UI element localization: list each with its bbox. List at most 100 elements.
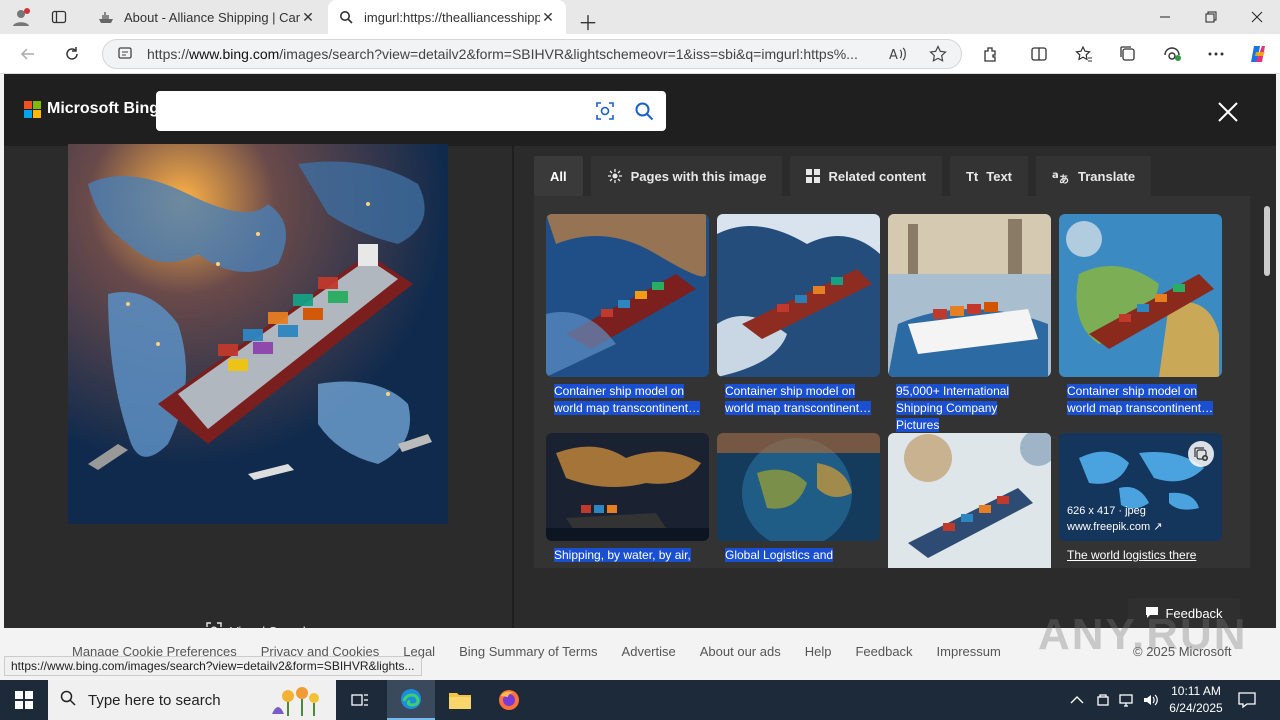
volume-icon[interactable] <box>1142 680 1158 720</box>
more-options-icon[interactable] <box>1204 43 1228 65</box>
task-view-icon[interactable] <box>336 680 384 720</box>
tab-label: Pages with this image <box>630 168 767 184</box>
svg-text:A: A <box>889 48 898 62</box>
favorites-icon[interactable] <box>1072 43 1096 65</box>
tab-actions-icon[interactable] <box>48 6 70 28</box>
svg-text:あ: あ <box>1059 173 1069 184</box>
result-thumbnail[interactable] <box>717 214 880 377</box>
result-thumbnail[interactable] <box>888 433 1051 568</box>
system-clock[interactable]: 10:11 AM 6/24/2025 <box>1160 683 1232 717</box>
result-caption[interactable]: The world logistics there <box>1059 547 1222 564</box>
profile-icon[interactable] <box>10 6 32 28</box>
restore-icon[interactable] <box>1188 0 1234 34</box>
security-tray-icon[interactable] <box>1096 680 1110 720</box>
show-hidden-icons[interactable] <box>1070 680 1084 720</box>
footer-link[interactable]: Advertise <box>622 644 676 659</box>
result-card[interactable]: Shipping, by water, by air, <box>546 433 709 564</box>
result-card[interactable]: Container ship model on world map transc… <box>717 214 880 417</box>
close-overlay-icon[interactable] <box>1212 96 1244 128</box>
taskbar-search[interactable]: Type here to search <box>48 680 336 720</box>
extensions-icon[interactable] <box>979 43 1003 65</box>
tab-text[interactable]: Tt Text <box>949 156 1029 196</box>
translate-icon: aあ <box>1052 168 1070 184</box>
favorite-star-icon[interactable] <box>929 45 947 66</box>
footer-link[interactable]: Impressum <box>937 644 1001 659</box>
tab-related-content[interactable]: Related content <box>790 156 942 196</box>
image-source[interactable]: www.freepik.com ↗ <box>1067 519 1162 535</box>
new-tab-icon[interactable]: ＋ <box>578 7 598 36</box>
result-thumbnail[interactable] <box>888 214 1051 377</box>
result-thumbnail[interactable] <box>546 214 709 377</box>
text-icon: Tt <box>965 168 979 184</box>
firefox-icon[interactable] <box>485 680 533 720</box>
tab-all[interactable]: All <box>534 156 583 196</box>
scrollbar-thumb[interactable] <box>1264 206 1270 276</box>
tab-bing-search[interactable]: imgurl:https://thealliancesshipping ✕ <box>328 0 566 34</box>
notifications-icon[interactable] <box>1238 680 1256 720</box>
result-caption[interactable]: Container ship model on world map transc… <box>717 383 880 417</box>
result-thumbnail[interactable] <box>717 433 880 541</box>
result-thumbnail[interactable] <box>1059 214 1222 377</box>
minimize-icon[interactable] <box>1142 0 1188 34</box>
file-explorer-icon[interactable] <box>436 680 484 720</box>
footer-link[interactable]: About our ads <box>700 644 781 659</box>
image-meta: 626 x 417 · jpeg www.freepik.com ↗ <box>1067 503 1162 535</box>
close-window-icon[interactable] <box>1234 0 1280 34</box>
network-icon[interactable] <box>1118 680 1134 720</box>
add-to-collection-icon[interactable] <box>1188 441 1214 467</box>
close-tab-icon[interactable]: ✕ <box>300 9 316 26</box>
read-aloud-icon[interactable]: A <box>889 46 907 65</box>
result-caption[interactable]: Container ship model on world map transc… <box>1059 383 1222 417</box>
browser-essentials-icon[interactable] <box>1160 43 1184 65</box>
results-scrollbar[interactable] <box>1260 200 1274 628</box>
tab-translate[interactable]: aあ Translate <box>1036 156 1152 196</box>
result-thumbnail[interactable] <box>546 433 709 541</box>
search-input[interactable] <box>166 99 576 123</box>
brand-name: Microsoft Bing <box>47 100 159 117</box>
visual-search-camera-icon[interactable] <box>594 100 616 122</box>
result-caption[interactable]: Container ship model on world map transc… <box>546 383 709 417</box>
caption-text: Container ship model on world map transc… <box>1067 384 1214 415</box>
split-screen-icon[interactable] <box>1027 43 1051 65</box>
search-placeholder: Type here to search <box>88 691 221 709</box>
footer-link[interactable]: Bing Summary of Terms <box>459 644 597 659</box>
caption-text: The world logistics there <box>1067 548 1197 562</box>
bing-logo[interactable]: Microsoft Bing <box>24 100 159 118</box>
result-card[interactable]: 95,000+ International Shipping Company P… <box>888 214 1051 434</box>
result-card[interactable]: 626 x 417 · jpeg www.freepik.com ↗ The w… <box>1059 433 1222 564</box>
tab-label: imgurl:https://thealliancesshipping <box>364 9 540 25</box>
result-card[interactable] <box>888 433 1051 568</box>
back-icon[interactable] <box>16 43 40 65</box>
start-button[interactable] <box>0 680 48 720</box>
title-bar: About - Alliance Shipping | Cargo ✕ imgu… <box>0 0 1280 36</box>
result-card[interactable]: Global Logistics and <box>717 433 880 564</box>
copilot-icon[interactable] <box>1246 43 1270 65</box>
detail-tabs: All Pages with this image Related conten… <box>534 156 1152 196</box>
result-caption[interactable]: Global Logistics and <box>717 547 880 564</box>
caption-text: Global Logistics and <box>725 548 834 562</box>
refresh-icon[interactable] <box>60 43 84 65</box>
search-icon <box>60 690 76 710</box>
result-caption[interactable]: Shipping, by water, by air, <box>546 547 709 564</box>
footer-link[interactable]: Help <box>805 644 832 659</box>
bing-image-detail-overlay: Microsoft Bing All Pages with this image… <box>4 74 1276 639</box>
close-tab-icon[interactable]: ✕ <box>540 9 556 26</box>
result-thumbnail[interactable]: 626 x 417 · jpeg www.freepik.com ↗ <box>1059 433 1222 541</box>
tab-alliance-shipping[interactable]: About - Alliance Shipping | Cargo ✕ <box>88 0 326 34</box>
tab-label: Text <box>986 168 1013 184</box>
result-card[interactable]: Container ship model on world map transc… <box>1059 214 1222 417</box>
collections-icon[interactable] <box>1116 43 1140 65</box>
footer-link[interactable]: Feedback <box>855 644 912 659</box>
search-icon[interactable] <box>633 100 655 122</box>
tab-pages-with-this-image[interactable]: Pages with this image <box>590 156 783 196</box>
result-card[interactable]: Container ship model on world map transc… <box>546 214 709 417</box>
external-link-icon: ↗ <box>1153 521 1163 533</box>
main-image[interactable] <box>68 144 448 524</box>
anyrun-watermark: ANY.RUN <box>1038 610 1248 659</box>
result-caption[interactable]: 95,000+ International Shipping Company P… <box>888 383 1051 434</box>
site-info-icon[interactable] <box>117 45 133 64</box>
address-bar[interactable]: https://www.bing.com/images/search?view=… <box>102 39 962 69</box>
edge-taskbar-icon[interactable] <box>387 680 435 720</box>
url-text: https://www.bing.com/images/search?view=… <box>147 46 877 62</box>
windows-taskbar: Type here to search 10:11 AM 6/24/2025 <box>0 680 1280 720</box>
